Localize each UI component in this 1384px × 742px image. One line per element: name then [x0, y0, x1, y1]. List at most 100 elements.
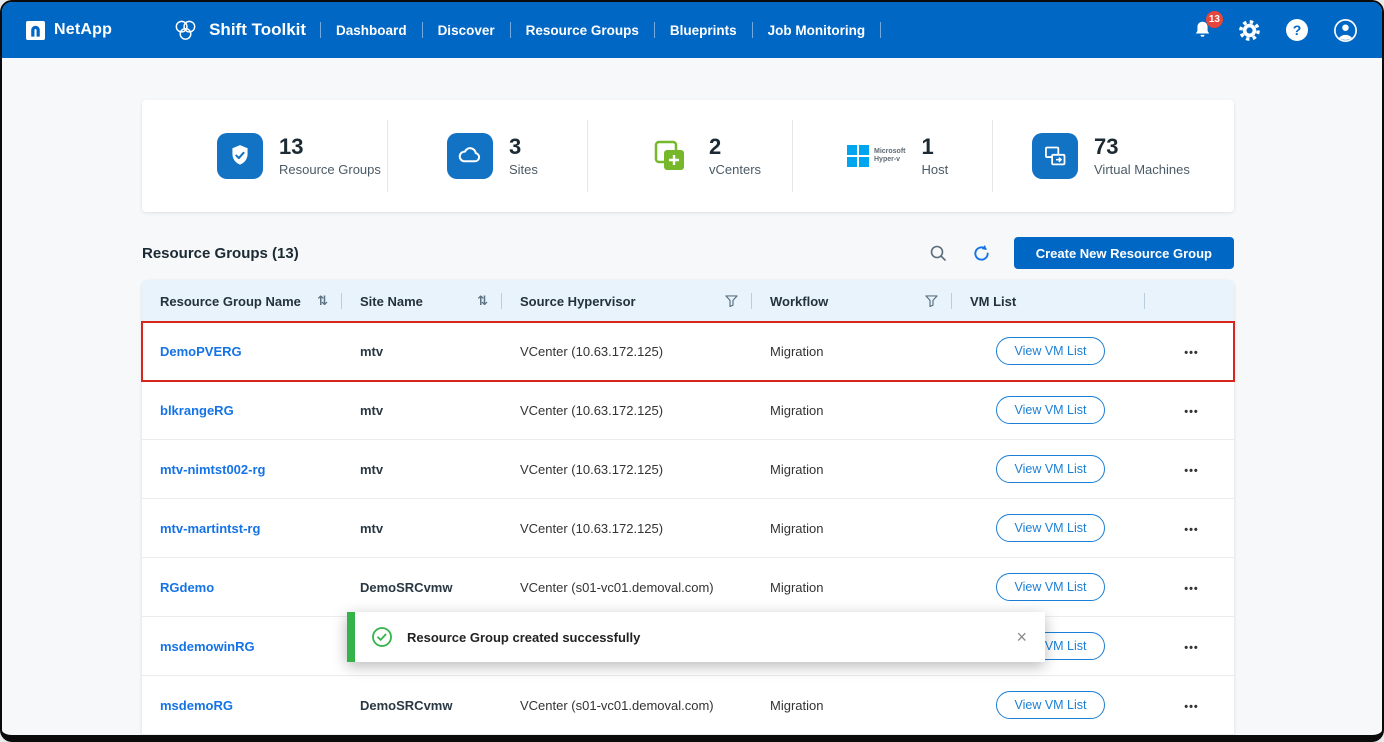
view-vm-list-button[interactable]: View VM List — [996, 455, 1104, 483]
workflow-cell: Migration — [752, 462, 952, 477]
row-actions-button[interactable]: ••• — [1184, 524, 1199, 536]
resource-group-name-cell: mtv-nimtst002-rg — [142, 462, 342, 477]
column-actions — [1145, 280, 1234, 322]
row-actions-button[interactable]: ••• — [1184, 642, 1199, 654]
view-vm-list-button[interactable]: View VM List — [996, 691, 1104, 719]
brand-name: NetApp — [54, 21, 112, 39]
resource-group-link[interactable]: RGdemo — [160, 580, 214, 595]
table-row: mtv-martintst-rg mtv VCenter (10.63.172.… — [142, 499, 1234, 558]
column-label: VM List — [970, 294, 1016, 309]
stat-vcenters: 2 vCenters — [587, 100, 792, 212]
column-label: Source Hypervisor — [520, 294, 636, 309]
site-name-cell: DemoSRCvmw — [342, 698, 502, 713]
notification-badge: 13 — [1206, 11, 1223, 28]
stat-resource-groups: 13 Resource Groups — [142, 100, 387, 212]
resource-group-link[interactable]: mtv-martintst-rg — [160, 521, 260, 536]
resource-group-link[interactable]: msdemoRG — [160, 698, 233, 713]
workflow-cell: Migration — [752, 403, 952, 418]
view-vm-list-button[interactable]: View VM List — [996, 396, 1104, 424]
divider — [880, 22, 881, 38]
workflow-cell: Migration — [752, 521, 952, 536]
cloud-icon — [447, 133, 493, 179]
refresh-button[interactable] — [970, 242, 993, 265]
stat-label: Host — [922, 162, 949, 177]
row-actions-button[interactable]: ••• — [1184, 701, 1199, 713]
actions-cell: ••• — [1145, 580, 1234, 595]
row-actions-button[interactable]: ••• — [1184, 583, 1199, 595]
netapp-logo-icon — [26, 21, 45, 40]
hyperv-logo-text-line2: Hyper-v — [874, 156, 906, 164]
account-icon[interactable] — [1333, 18, 1358, 43]
top-actions: 13 ? — [1192, 18, 1358, 43]
column-label: Site Name — [360, 294, 423, 309]
app-title-group: Shift Toolkit — [172, 17, 306, 44]
nav-discover[interactable]: Discover — [423, 23, 510, 38]
filter-icon[interactable] — [725, 295, 738, 307]
actions-cell: ••• — [1145, 462, 1234, 477]
filter-icon[interactable] — [925, 295, 938, 307]
workflow-cell: Migration — [752, 344, 952, 359]
nav-job-monitoring[interactable]: Job Monitoring — [753, 23, 880, 38]
vm-list-cell: View VM List — [952, 514, 1145, 542]
create-resource-group-button[interactable]: Create New Resource Group — [1014, 237, 1234, 269]
resource-group-link[interactable]: mtv-nimtst002-rg — [160, 462, 265, 477]
hyperv-logo-text-line1: Microsoft — [874, 148, 906, 156]
workflow-cell: Migration — [752, 580, 952, 595]
help-icon[interactable]: ? — [1286, 19, 1308, 41]
sort-icon[interactable]: ⇅ — [477, 293, 488, 309]
table-row: msdemoRG DemoSRCvmw VCenter (s01-vc01.de… — [142, 676, 1234, 735]
table-row: mtv-nimtst002-rg mtv VCenter (10.63.172.… — [142, 440, 1234, 499]
vm-list-cell: View VM List — [952, 337, 1145, 365]
nav-dashboard[interactable]: Dashboard — [321, 23, 422, 38]
column-workflow[interactable]: Workflow — [752, 280, 952, 322]
vm-list-cell: View VM List — [952, 455, 1145, 483]
view-vm-list-button[interactable]: View VM List — [996, 573, 1104, 601]
resource-group-name-cell: DemoPVERG — [142, 344, 342, 359]
column-source-hypervisor[interactable]: Source Hypervisor — [502, 280, 752, 322]
shield-check-icon — [217, 133, 263, 179]
app-window: NetApp Shift Toolkit Dashboard Discover … — [0, 0, 1384, 742]
stat-label: vCenters — [709, 162, 761, 177]
nav-blueprints[interactable]: Blueprints — [655, 23, 752, 38]
resource-group-link[interactable]: DemoPVERG — [160, 344, 242, 359]
stat-value: 1 — [922, 135, 949, 158]
virtual-machine-icon — [1032, 133, 1078, 179]
check-circle-icon — [371, 626, 393, 648]
site-name-cell: DemoSRCvmw — [342, 580, 502, 595]
resource-group-name-cell: msdemoRG — [142, 698, 342, 713]
row-actions-button[interactable]: ••• — [1184, 465, 1199, 477]
row-actions-button[interactable]: ••• — [1184, 347, 1199, 359]
view-vm-list-button[interactable]: View VM List — [996, 514, 1104, 542]
resource-groups-table-body: DemoPVERG mtv VCenter (10.63.172.125) Mi… — [142, 322, 1234, 735]
vm-list-cell: View VM List — [952, 396, 1145, 424]
stat-value: 13 — [279, 135, 381, 158]
app-title: Shift Toolkit — [209, 20, 306, 40]
notifications-bell-icon[interactable]: 13 — [1192, 19, 1213, 41]
sort-icon[interactable]: ⇅ — [317, 293, 328, 309]
resource-group-link[interactable]: msdemowinRG — [160, 639, 255, 654]
vcenter-squares-icon — [647, 133, 693, 179]
table-row: DemoPVERG mtv VCenter (10.63.172.125) Mi… — [142, 322, 1234, 381]
column-resource-group-name[interactable]: Resource Group Name ⇅ — [142, 280, 342, 322]
stat-label: Sites — [509, 162, 538, 177]
nav-resource-groups[interactable]: Resource Groups — [511, 23, 654, 38]
view-vm-list-button[interactable]: View VM List — [996, 337, 1104, 365]
row-actions-button[interactable]: ••• — [1184, 406, 1199, 418]
settings-gear-icon[interactable] — [1238, 19, 1261, 42]
site-name-cell: mtv — [342, 462, 502, 477]
vm-list-cell: View VM List — [952, 573, 1145, 601]
workflow-cell: Migration — [752, 698, 952, 713]
column-site-name[interactable]: Site Name ⇅ — [342, 280, 502, 322]
stat-label: Resource Groups — [279, 162, 381, 177]
resource-groups-table: Resource Group Name ⇅ Site Name ⇅ Source… — [142, 280, 1234, 735]
vm-list-cell: View VM List — [952, 691, 1145, 719]
site-name-cell: mtv — [342, 521, 502, 536]
resource-group-link[interactable]: blkrangeRG — [160, 403, 234, 418]
search-button[interactable] — [927, 242, 949, 264]
actions-cell: ••• — [1145, 521, 1234, 536]
toast-notification: Resource Group created successfully × — [347, 612, 1045, 662]
column-vm-list[interactable]: VM List — [952, 280, 1145, 322]
toast-close-button[interactable]: × — [1016, 628, 1027, 646]
stat-value: 73 — [1094, 135, 1190, 158]
source-hypervisor-cell: VCenter (s01-vc01.demoval.com) — [502, 580, 752, 595]
